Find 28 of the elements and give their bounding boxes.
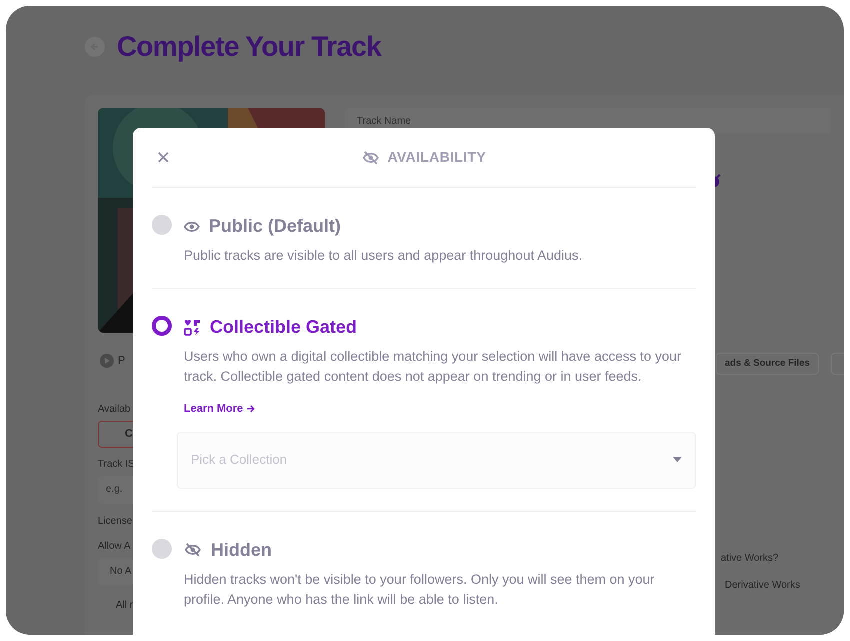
radio-button[interactable]: [152, 538, 172, 558]
arrow-right-icon: [247, 405, 256, 414]
field-label: ative Works?: [721, 552, 779, 566]
radio-button[interactable]: [152, 215, 172, 235]
page-title: Complete Your Track: [117, 30, 382, 64]
preview-label: P: [118, 354, 126, 369]
option-description: Hidden tracks won't be visible to your followers. Only you will see them on your profile. Anyone who has the link will be able to listen.: [184, 570, 656, 609]
option-title: Collectible Gated: [210, 316, 358, 339]
option-description: Users who own a digital collectible matching your selection will have access to your track. Collectible gated content does not appear on trending or in user feeds.: [184, 348, 682, 386]
rights-note: All r: [116, 598, 134, 612]
modal-title: AVAILABILITY: [388, 148, 486, 167]
collectible-icon: [184, 319, 201, 336]
field-label: Allow A: [98, 540, 131, 554]
learn-more-link[interactable]: Learn More: [184, 401, 256, 418]
field-label: Availab: [98, 402, 131, 416]
caret-icon: [673, 457, 682, 463]
downloads-button[interactable]: ads & Source Files: [716, 353, 819, 375]
play-icon[interactable]: [100, 354, 114, 368]
field-label: License: [98, 514, 132, 528]
option-description: Public tracks are visible to all users and appear throughout Audius.: [184, 247, 584, 265]
option-title: Hidden: [211, 538, 272, 562]
collection-select[interactable]: Pick a Collection: [177, 432, 696, 488]
radio-button[interactable]: [152, 316, 172, 336]
eye-icon: [184, 220, 200, 232]
option-title: Public (Default): [209, 215, 342, 238]
derivative-value: Derivative Works: [724, 579, 800, 593]
eye-off-icon: [184, 543, 202, 557]
eye-off-icon: [362, 150, 380, 164]
